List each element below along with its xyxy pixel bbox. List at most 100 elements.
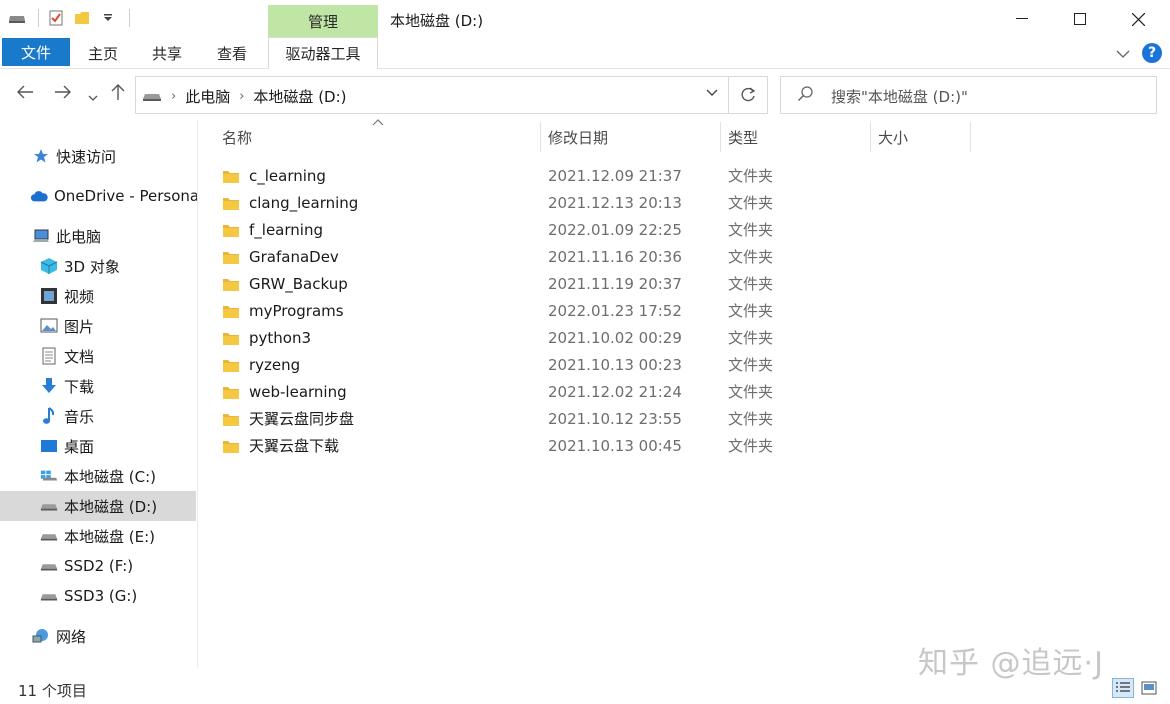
tab-home[interactable]: 主页 — [88, 38, 118, 68]
quick-access-toolbar — [8, 9, 130, 27]
folder-icon — [222, 195, 240, 211]
file-type: 文件夹 — [728, 248, 774, 266]
forward-arrow-icon[interactable] — [54, 83, 72, 104]
network-icon — [32, 627, 50, 645]
file-name: clang_learning — [249, 193, 359, 212]
sidebar-item-drive-f[interactable]: SSD2 (F:) — [0, 551, 196, 581]
column-divider[interactable] — [720, 122, 721, 152]
tab-share[interactable]: 共享 — [152, 38, 182, 68]
sidebar-item-label: 下载 — [64, 377, 95, 396]
large-icons-view-icon[interactable] — [1138, 678, 1160, 698]
sidebar-item-drive-e[interactable]: 本地磁盘 (E:) — [0, 521, 196, 551]
file-type: 文件夹 — [728, 167, 774, 185]
chevron-down-icon[interactable] — [706, 86, 718, 101]
sidebar-item-label: SSD3 (G:) — [64, 587, 138, 605]
column-header-name[interactable]: 名称 — [222, 120, 538, 154]
column-header-date[interactable]: 修改日期 — [548, 120, 718, 154]
sidebar-item-label: 本地磁盘 (E:) — [64, 527, 156, 546]
properties-icon[interactable] — [47, 9, 65, 27]
table-row[interactable]: myPrograms 2022.01.23 17:52 文件夹 — [222, 297, 982, 324]
up-arrow-icon[interactable] — [111, 83, 125, 106]
sidebar-item-downloads[interactable]: 下载 — [0, 371, 196, 401]
new-folder-icon[interactable] — [73, 9, 91, 27]
sidebar-item-pictures[interactable]: 图片 — [0, 311, 196, 341]
maximize-button[interactable] — [1050, 0, 1110, 38]
tab-file[interactable]: 文件 — [2, 38, 70, 66]
sidebar-item-drive-d[interactable]: 本地磁盘 (D:) — [0, 491, 196, 521]
sidebar-item-onedrive[interactable]: OneDrive - Personal — [0, 181, 197, 211]
table-row[interactable]: f_learning 2022.01.09 22:25 文件夹 — [222, 216, 982, 243]
breadcrumb-chevron-icon[interactable]: › — [171, 89, 176, 104]
recent-locations-icon[interactable] — [88, 86, 98, 107]
table-row[interactable]: ryzeng 2021.10.13 00:23 文件夹 — [222, 351, 982, 378]
breadcrumb-chevron-icon[interactable]: › — [239, 89, 244, 104]
file-name: c_learning — [249, 166, 326, 185]
table-row[interactable]: GrafanaDev 2021.11.16 20:36 文件夹 — [222, 243, 982, 270]
folder-icon — [222, 357, 240, 373]
navigation-bar: › 此电脑 › 本地磁盘 (D:) 搜索"本地磁盘 (D:)" — [0, 70, 1170, 120]
sidebar-item-drive-g[interactable]: SSD3 (G:) — [0, 581, 196, 611]
file-date: 2021.10.02 00:29 — [548, 328, 682, 347]
folder-icon — [222, 276, 240, 292]
refresh-button[interactable] — [729, 76, 768, 114]
close-button[interactable] — [1108, 0, 1168, 38]
table-row[interactable]: c_learning 2021.12.09 21:37 文件夹 — [222, 162, 982, 189]
search-icon — [797, 85, 815, 107]
file-type: 文件夹 — [728, 356, 774, 374]
breadcrumb-drive-d[interactable]: 本地磁盘 (D:) — [253, 86, 346, 107]
table-row[interactable]: 天翼云盘同步盘 2021.10.12 23:55 文件夹 — [222, 405, 982, 432]
drive-icon — [8, 9, 26, 27]
sidebar-item-network[interactable]: 网络 — [0, 621, 196, 651]
item-count: 11 个项目 — [18, 682, 87, 700]
table-row[interactable]: web-learning 2021.12.02 21:24 文件夹 — [222, 378, 982, 405]
film-icon — [40, 287, 58, 305]
refresh-icon — [741, 87, 756, 102]
sidebar-item-label: 图片 — [64, 317, 95, 336]
column-divider[interactable] — [870, 122, 871, 152]
column-header-size[interactable]: 大小 — [878, 120, 968, 154]
customize-toolbar-icon[interactable] — [99, 9, 117, 27]
sidebar-item-videos[interactable]: 视频 — [0, 281, 196, 311]
column-divider[interactable] — [970, 122, 971, 152]
tab-drive-tools[interactable]: 驱动器工具 — [268, 37, 378, 69]
search-box[interactable]: 搜索"本地磁盘 (D:)" — [780, 76, 1157, 114]
breadcrumb-this-pc[interactable]: 此电脑 — [185, 86, 230, 107]
tab-manage[interactable]: 管理 — [268, 5, 378, 38]
download-icon — [40, 377, 58, 395]
minimize-button[interactable] — [992, 0, 1052, 38]
music-icon — [40, 407, 58, 425]
search-input[interactable]: 搜索"本地磁盘 (D:)" — [831, 86, 968, 107]
sidebar-item-3d-objects[interactable]: 3D 对象 — [0, 251, 196, 281]
sidebar-item-drive-c[interactable]: 本地磁盘 (C:) — [0, 461, 196, 491]
sidebar-item-this-pc[interactable]: 此电脑 — [0, 221, 196, 251]
sidebar-item-quick-access[interactable]: 快速访问 — [0, 141, 196, 171]
expand-ribbon-icon[interactable] — [1116, 44, 1130, 62]
column-header-type[interactable]: 类型 — [728, 120, 868, 154]
file-date: 2021.10.13 00:45 — [548, 436, 682, 455]
toolbar-divider — [129, 9, 130, 27]
computer-icon — [32, 227, 50, 245]
sidebar-item-label: 此电脑 — [56, 227, 102, 246]
details-view-icon[interactable] — [1112, 678, 1134, 698]
column-divider[interactable] — [540, 122, 541, 152]
drive-icon — [40, 557, 58, 575]
tab-view[interactable]: 查看 — [217, 38, 247, 68]
desktop-icon — [40, 437, 58, 455]
sidebar-item-documents[interactable]: 文档 — [0, 341, 196, 371]
table-row[interactable]: 天翼云盘下载 2021.10.13 00:45 文件夹 — [222, 432, 982, 459]
sidebar-item-label: 音乐 — [64, 407, 95, 426]
help-icon[interactable]: ? — [1142, 43, 1162, 63]
table-row[interactable]: python3 2021.10.02 00:29 文件夹 — [222, 324, 982, 351]
cloud-icon — [30, 187, 48, 205]
file-name: web-learning — [249, 382, 347, 401]
table-row[interactable]: GRW_Backup 2021.11.19 20:37 文件夹 — [222, 270, 982, 297]
back-arrow-icon[interactable] — [16, 83, 34, 104]
windows-drive-icon — [40, 467, 58, 485]
folder-icon — [222, 330, 240, 346]
table-row[interactable]: clang_learning 2021.12.13 20:13 文件夹 — [222, 189, 982, 216]
folder-icon — [222, 303, 240, 319]
sidebar-item-music[interactable]: 音乐 — [0, 401, 196, 431]
sidebar-item-label: 文档 — [64, 347, 95, 366]
sidebar-item-desktop[interactable]: 桌面 — [0, 431, 196, 461]
address-bar[interactable]: › 此电脑 › 本地磁盘 (D:) — [135, 76, 729, 114]
